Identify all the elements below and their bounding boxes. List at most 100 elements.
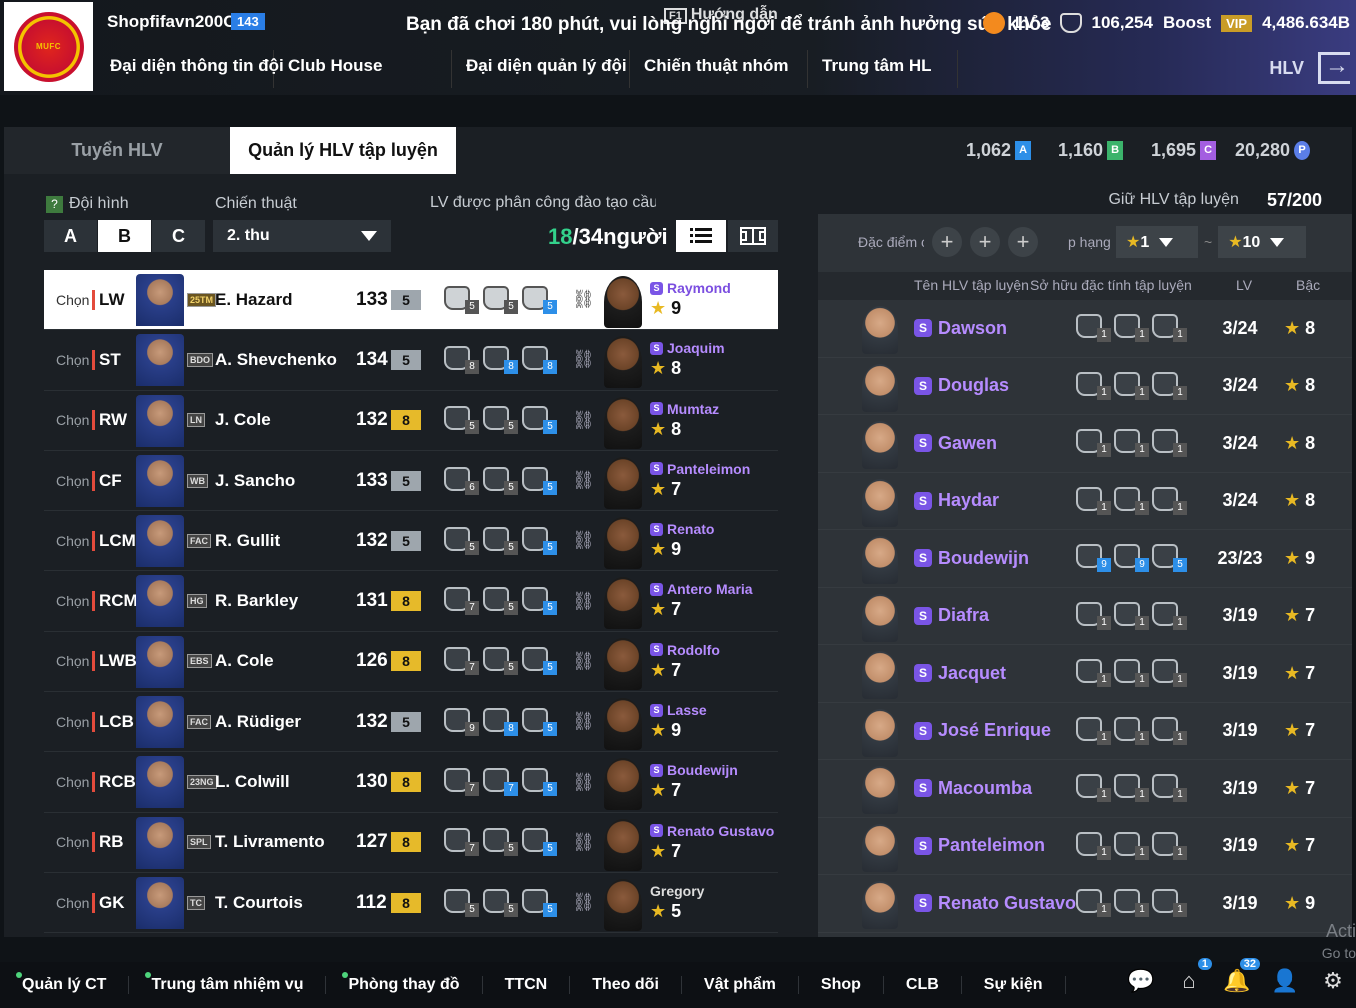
link-icon[interactable]: ⛓ xyxy=(572,711,595,732)
select-label[interactable]: Chọn xyxy=(56,352,89,368)
bottom-nav-item[interactable]: Trung tâm nhiệm vụ xyxy=(129,972,327,994)
select-label[interactable]: Chọn xyxy=(56,714,89,730)
coach-row[interactable]: S Jacquet 1 1 1 3/19 ★ 7 xyxy=(818,645,1352,703)
club-logo[interactable]: MUFC xyxy=(4,2,93,91)
coach-row[interactable]: S Renato Gustavo 1 1 1 3/19 ★ 9 xyxy=(818,875,1352,933)
bottom-nav-item[interactable]: Sự kiện xyxy=(962,976,1066,994)
assigned-coach[interactable]: S Joaquim ★ 8 xyxy=(650,340,725,379)
bottom-nav-item[interactable]: Quản lý CT xyxy=(0,972,130,994)
select-label[interactable]: Chọn xyxy=(56,653,89,669)
settings-gear-icon[interactable]: ⚙ xyxy=(1318,966,1348,996)
coach-row[interactable]: S Douglas 1 1 1 3/24 ★ 8 xyxy=(818,358,1352,415)
bottom-nav-item[interactable]: Phòng thay đồ xyxy=(326,972,483,994)
bottom-nav-item[interactable]: Shop xyxy=(799,976,884,994)
formation-c-button[interactable]: C xyxy=(152,220,206,252)
select-label[interactable]: Chọn xyxy=(56,774,89,790)
rank-to-dropdown[interactable]: ★10 xyxy=(1218,226,1307,258)
hlv-exit[interactable]: HLV xyxy=(1269,52,1350,84)
assigned-coach[interactable]: Gregory ★ 5 xyxy=(650,883,704,922)
position: ST xyxy=(92,349,121,370)
link-icon[interactable]: ⛓ xyxy=(572,832,595,853)
select-label[interactable]: Chọn xyxy=(56,292,89,308)
home-icon[interactable]: ⌂ 1 xyxy=(1174,958,1212,996)
skill-level: 1 xyxy=(1135,903,1149,918)
pitch-view-button[interactable] xyxy=(728,220,778,252)
coach-row[interactable]: S Boudewijn 9 9 5 23/23 ★ 9 xyxy=(818,530,1352,588)
coach-row[interactable]: S Dawson 1 1 1 3/24 ★ 8 xyxy=(818,300,1352,358)
select-label[interactable]: Chọn xyxy=(56,412,89,428)
player-row[interactable]: Chọn CF WB J. Sancho 133 5 6 5 5 ⛓ S Pantel… xyxy=(44,451,778,512)
link-icon[interactable]: ⛓ xyxy=(572,470,595,491)
profile-icon[interactable]: 👤 xyxy=(1270,966,1300,996)
link-icon[interactable]: ⛓ xyxy=(572,289,595,310)
player-image xyxy=(136,575,184,628)
bell-icon[interactable]: 🔔 32 xyxy=(1222,958,1260,996)
guide-button[interactable]: F1 Hướng dẫn xyxy=(664,6,778,24)
link-icon[interactable]: ⛓ xyxy=(572,651,595,672)
coach-row[interactable]: S Haydar 1 1 1 3/24 ★ 8 xyxy=(818,473,1352,530)
nav-training-center[interactable]: Trung tâm HL xyxy=(808,50,958,88)
skill-level: 1 xyxy=(1173,788,1187,803)
select-label[interactable]: Chọn xyxy=(56,473,89,489)
bottom-nav-item[interactable]: Vật phẩm xyxy=(682,976,799,994)
assigned-coach[interactable]: S Mumtaz ★ 8 xyxy=(650,401,719,440)
tactic-dropdown[interactable]: 2. thu xyxy=(213,220,391,252)
assigned-coach[interactable]: S Renato Gustavo ★ 7 xyxy=(650,823,774,862)
nav-tactics[interactable]: Chiến thuật nhóm xyxy=(630,50,808,88)
coach-row[interactable]: S Gawen 1 1 1 3/24 ★ 8 xyxy=(818,415,1352,473)
player-row[interactable]: Chọn RB SPL T. Livramento 127 8 7 5 5 ⛓ SR… xyxy=(44,813,778,873)
nav-team-info[interactable]: Đại diện thông tin đội xyxy=(96,50,284,88)
add-trait-1-button[interactable]: + xyxy=(932,227,962,257)
link-icon[interactable]: ⛓ xyxy=(572,530,595,551)
formation-b-button[interactable]: B xyxy=(98,220,152,252)
tab-manage-coach[interactable]: Quản lý HLV tập luyện xyxy=(230,127,456,174)
add-trait-2-button[interactable]: + xyxy=(970,227,1000,257)
coach-row[interactable]: S José Enrique 1 1 1 3/19 ★ 7 xyxy=(818,703,1352,760)
select-label[interactable]: Chọn xyxy=(56,533,89,549)
coach-star: ★ 8 xyxy=(650,419,719,440)
bottom-nav-item[interactable]: Theo dõi xyxy=(570,976,682,994)
bottom-nav-item[interactable]: TTCN xyxy=(483,976,571,994)
select-label[interactable]: Chọn xyxy=(56,834,89,850)
assigned-coach[interactable]: S Raymond ★ 9 xyxy=(650,280,731,319)
player-row[interactable]: Chọn RCM HG R. Barkley 131 8 7 5 5 ⛓ S Ante… xyxy=(44,571,778,632)
assigned-coach[interactable]: S Rodolfo ★ 7 xyxy=(650,642,720,681)
player-row[interactable]: Chọn LW 25TM E. Hazard 133 5 5 5 5 ⛓ S Raym… xyxy=(44,270,778,331)
training-skill-icon: 5 xyxy=(522,888,557,917)
player-row[interactable]: Chọn LCB FAC A. Rüdiger 132 5 9 8 5 ⛓ S Las… xyxy=(44,692,778,753)
assigned-coach[interactable]: S Antero Maria ★ 7 xyxy=(650,581,753,620)
add-trait-3-button[interactable]: + xyxy=(1008,227,1038,257)
player-row[interactable]: Chọn ST BDO A. Shevchenko 134 5 8 8 8 ⛓ SJ… xyxy=(44,330,778,391)
select-label[interactable]: Chọn xyxy=(56,895,89,911)
rank-from-dropdown[interactable]: ★1 xyxy=(1116,226,1198,258)
coach-row[interactable]: S Diafra 1 1 1 3/19 ★ 7 xyxy=(818,588,1352,645)
player-row[interactable]: Chọn RW LN J. Cole 132 8 5 5 5 ⛓ S Mumtaz ★… xyxy=(44,391,778,451)
coach-row[interactable]: S Panteleimon 1 1 1 3/19 ★ 7 xyxy=(818,818,1352,875)
link-icon[interactable]: ⛓ xyxy=(572,591,595,612)
assigned-coach[interactable]: S Panteleimon ★ 7 xyxy=(650,461,750,500)
nav-team-manager[interactable]: Đại diện quản lý đội xyxy=(452,50,630,88)
link-icon[interactable]: ⛓ xyxy=(572,892,595,913)
help-icon[interactable]: ? xyxy=(46,196,63,213)
coach-level: 3/24 xyxy=(1222,432,1258,453)
tab-recruit-coach[interactable]: Tuyển HLV xyxy=(4,127,230,174)
coach-row[interactable]: S Macoumba 1 1 1 3/19 ★ 7 xyxy=(818,760,1352,818)
assigned-coach[interactable]: S Boudewijn ★ 7 xyxy=(650,762,738,801)
coach-star-value: 8 xyxy=(671,418,682,439)
list-view-button[interactable] xyxy=(676,220,726,252)
link-icon[interactable]: ⛓ xyxy=(572,410,595,431)
training-skill-icon: 5 xyxy=(522,587,557,616)
chat-icon[interactable]: 💬 xyxy=(1126,966,1156,996)
assigned-coach[interactable]: S Lasse ★ 9 xyxy=(650,702,707,741)
bottom-nav-item[interactable]: CLB xyxy=(884,976,962,994)
player-row[interactable]: Chọn GK TC T. Courtois 112 8 5 5 5 ⛓ Grego… xyxy=(44,873,778,934)
player-row[interactable]: Chọn RCB 23NG L. Colwill 130 8 7 7 5 ⛓ S Bo… xyxy=(44,752,778,813)
player-row[interactable]: Chọn LWB EBS A. Cole 126 8 7 5 5 ⛓ S Rodolf… xyxy=(44,632,778,693)
formation-a-button[interactable]: A xyxy=(44,220,98,252)
select-label[interactable]: Chọn xyxy=(56,593,89,609)
assigned-coach[interactable]: S Renato ★ 9 xyxy=(650,521,714,560)
link-icon[interactable]: ⛓ xyxy=(572,349,595,370)
nav-club-house[interactable]: Club House xyxy=(274,50,452,88)
link-icon[interactable]: ⛓ xyxy=(572,772,595,793)
player-row[interactable]: Chọn LCM FAC R. Gullit 132 5 5 5 5 ⛓ S Rena… xyxy=(44,511,778,572)
